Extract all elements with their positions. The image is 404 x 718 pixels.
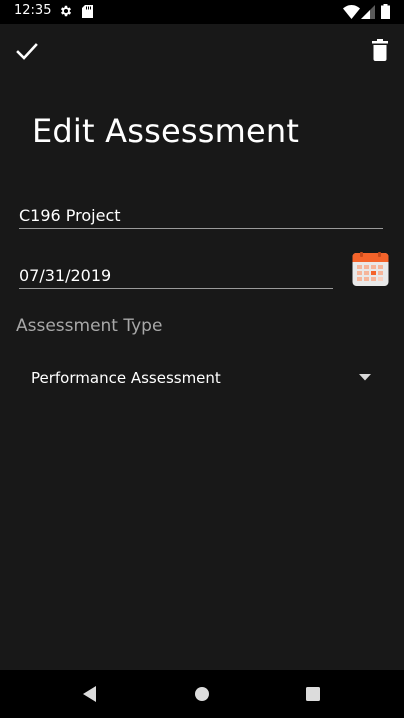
assessment-type-selected: Performance Assessment [31,369,221,387]
trash-icon[interactable] [368,38,392,64]
dropdown-arrow-icon [359,374,371,381]
status-bar: 12:35 [0,0,404,24]
assessment-type-dropdown[interactable]: Performance Assessment [16,358,388,398]
battery-icon [381,4,390,19]
page-title: Edit Assessment [32,112,300,150]
assessment-type-label: Assessment Type [16,316,163,336]
home-icon[interactable] [194,686,210,702]
calendar-icon[interactable] [352,252,389,287]
navigation-bar [0,670,404,718]
assessment-date-field[interactable] [19,263,333,289]
wifi-icon [343,5,360,19]
assessment-name-field[interactable] [19,203,383,229]
back-icon[interactable] [81,685,97,703]
recents-icon[interactable] [306,687,320,701]
status-time: 12:35 [14,3,52,18]
gear-icon [60,5,72,17]
check-icon[interactable] [14,38,40,64]
signal-icon [361,5,375,19]
edit-assessment-screen: 12:35 Edit Assessment C196 Project 07/31… [0,0,404,718]
sd-card-icon [82,5,93,18]
